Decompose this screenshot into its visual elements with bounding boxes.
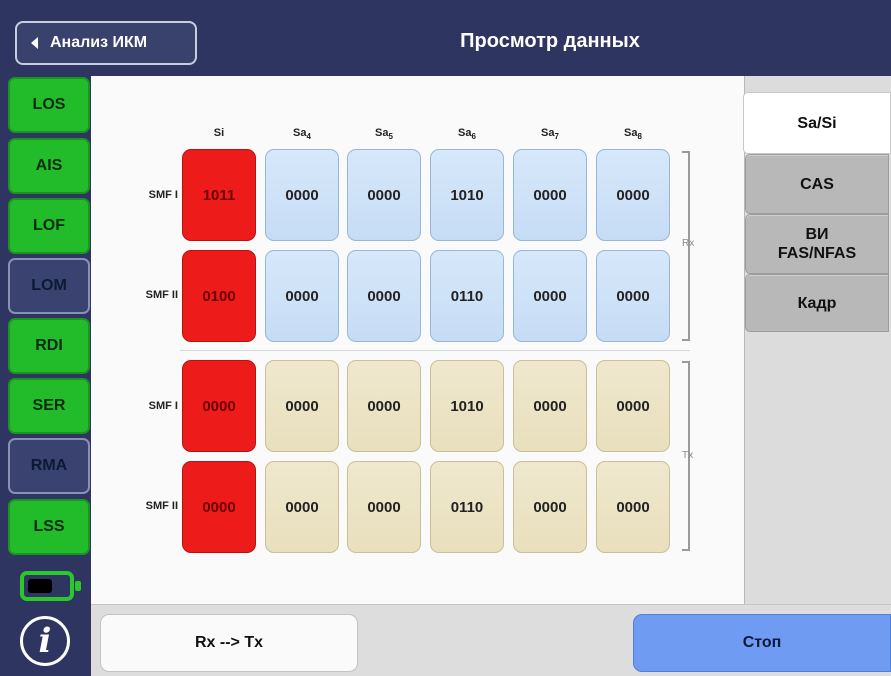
row-label-tx-smf1: SMF I <box>148 400 178 412</box>
rx-to-tx-button[interactable]: Rx --> Tx <box>100 614 358 672</box>
column-header-si: Si <box>213 127 225 139</box>
indicator-lof[interactable]: LOF <box>8 198 90 254</box>
indicator-lss[interactable]: LSS <box>8 499 90 555</box>
indicator-ais[interactable]: AIS <box>8 138 90 194</box>
row-label-rx-smf2: SMF II <box>145 289 178 301</box>
cell-rx-smf1-sa4: 0000 <box>265 149 339 241</box>
cell-rx-smf2-sa4: 0000 <box>265 250 339 342</box>
indicator-los[interactable]: LOS <box>8 77 90 133</box>
view-tabs-panel: Sa/Si CAS ВИ FAS/NFAS Кадр <box>743 76 891 604</box>
cell-rx-smf2-sa6: 0110 <box>430 250 504 342</box>
cell-rx-smf1-sa7: 0000 <box>513 149 587 241</box>
tab-cas[interactable]: CAS <box>745 154 889 214</box>
cell-tx-smf1-sa5: 0000 <box>347 360 421 452</box>
stop-button[interactable]: Стоп <box>633 614 891 672</box>
cell-tx-smf1-sa8: 0000 <box>596 360 670 452</box>
column-header-sa8: Sa8 <box>624 127 642 142</box>
indicator-ser[interactable]: SER <box>8 378 90 434</box>
column-header-sa4: Sa4 <box>293 127 311 142</box>
indicator-rma[interactable]: RMA <box>8 438 90 494</box>
tab-frame[interactable]: Кадр <box>745 274 889 332</box>
indicator-rdi[interactable]: RDI <box>8 318 90 374</box>
cell-rx-smf1-sa6: 1010 <box>430 149 504 241</box>
cell-tx-smf1-sa4: 0000 <box>265 360 339 452</box>
row-label-rx-smf1: SMF I <box>148 189 178 201</box>
column-header-sa7: Sa7 <box>541 127 559 142</box>
cell-rx-smf2-si: 0100 <box>182 250 256 342</box>
back-button[interactable]: Анализ ИКМ <box>15 21 197 65</box>
cell-tx-smf2-sa7: 0000 <box>513 461 587 553</box>
battery-icon <box>20 571 81 601</box>
rx-bracket-label: Rx <box>682 238 695 249</box>
column-header-sa5: Sa5 <box>375 127 393 142</box>
tab-vi-fas-nfas[interactable]: ВИ FAS/NFAS <box>745 214 889 274</box>
indicator-lom[interactable]: LOM <box>8 258 90 314</box>
info-icon[interactable]: i <box>20 616 70 666</box>
cell-tx-smf2-sa4: 0000 <box>265 461 339 553</box>
column-header-sa6: Sa6 <box>458 127 476 142</box>
cell-rx-smf2-sa7: 0000 <box>513 250 587 342</box>
back-button-label: Анализ ИКМ <box>50 34 148 51</box>
cell-tx-smf2-sa8: 0000 <box>596 461 670 553</box>
cell-rx-smf1-sa8: 0000 <box>596 149 670 241</box>
rx-tx-divider <box>180 350 690 351</box>
cell-rx-smf1-sa5: 0000 <box>347 149 421 241</box>
header-bar: Анализ ИКМ Просмотр данных <box>0 0 891 76</box>
tx-bracket-label: Tx <box>682 450 694 461</box>
cell-tx-smf1-sa6: 1010 <box>430 360 504 452</box>
back-arrow-icon <box>31 37 38 49</box>
cell-rx-smf2-sa5: 0000 <box>347 250 421 342</box>
tab-sa-si[interactable]: Sa/Si <box>743 92 891 154</box>
cell-tx-smf1-si: 0000 <box>182 360 256 452</box>
row-label-tx-smf2: SMF II <box>145 500 178 512</box>
cell-tx-smf2-sa6: 0110 <box>430 461 504 553</box>
cell-rx-smf1-si: 1011 <box>182 149 256 241</box>
cell-tx-smf2-sa5: 0000 <box>347 461 421 553</box>
cell-tx-smf2-si: 0000 <box>182 461 256 553</box>
cell-rx-smf2-sa8: 0000 <box>596 250 670 342</box>
cell-tx-smf1-sa7: 0000 <box>513 360 587 452</box>
page-title: Просмотр данных <box>460 30 640 52</box>
